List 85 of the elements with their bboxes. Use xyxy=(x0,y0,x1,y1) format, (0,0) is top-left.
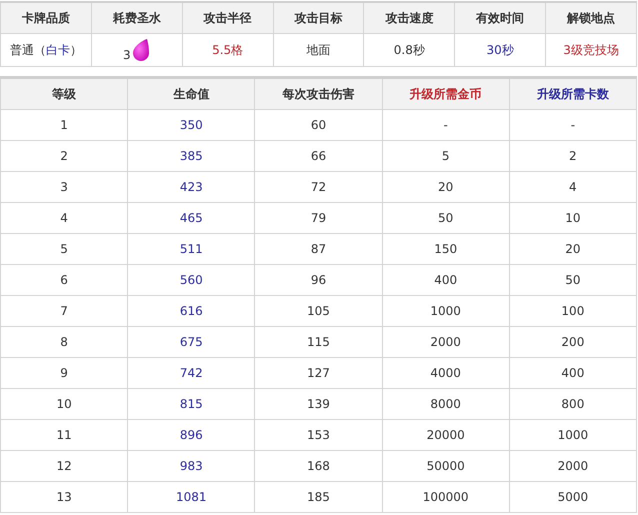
table-cell: 1000 xyxy=(382,296,510,326)
table-cell: 5.5格 xyxy=(182,34,274,66)
table-cell: 72 xyxy=(254,172,382,202)
table-cell: 423 xyxy=(128,172,255,202)
table-cell: 511 xyxy=(128,234,255,264)
table-cell: 385 xyxy=(128,140,255,172)
table-cell: 10 xyxy=(509,202,636,234)
table-cell: - xyxy=(382,110,510,140)
table-cell: 983 xyxy=(128,450,255,482)
table-cell: 100 xyxy=(509,296,636,326)
table-cell: 普通（白卡） xyxy=(0,34,92,66)
table-cell: 896 xyxy=(128,420,255,450)
table-cell: 3级竞技场 xyxy=(546,34,636,66)
table-cell: 9 xyxy=(0,358,128,388)
column-header: 攻击目标 xyxy=(273,2,364,34)
table-cell: 20 xyxy=(509,234,636,264)
table-cell: 60 xyxy=(254,110,382,140)
table-cell: 30秒 xyxy=(454,34,546,66)
table-cell: 8 xyxy=(0,326,128,358)
table-cell: 560 xyxy=(128,264,255,296)
table-cell: 115 xyxy=(254,326,382,358)
table-cell: 400 xyxy=(509,358,636,388)
table-cell: 地面 xyxy=(273,34,364,66)
table-cell: 815 xyxy=(128,388,255,420)
table-cell: 4000 xyxy=(382,358,510,388)
table-cell: 1000 xyxy=(509,420,636,450)
table-cell: 350 xyxy=(128,110,255,140)
column-header: 等级 xyxy=(0,78,128,110)
column-header: 每次攻击伤害 xyxy=(254,78,382,110)
column-header: 解锁地点 xyxy=(546,2,636,34)
table-cell: 79 xyxy=(254,202,382,234)
table-cell: 50 xyxy=(509,264,636,296)
table-cell: 20 xyxy=(382,172,510,202)
table-cell: 150 xyxy=(382,234,510,264)
table-cell: 5 xyxy=(382,140,510,172)
table-cell: 153 xyxy=(254,420,382,450)
table-cell: 13 xyxy=(0,482,128,512)
table-cell: 2 xyxy=(0,140,128,172)
table-cell: 50 xyxy=(382,202,510,234)
table-cell: 3 xyxy=(122,48,131,62)
table-cell: 4 xyxy=(0,202,128,234)
column-header: 生命值 xyxy=(128,78,255,110)
column-header: 攻击速度 xyxy=(364,2,455,34)
table-cell: 5000 xyxy=(509,482,636,512)
table-cell: 400 xyxy=(382,264,510,296)
drop-icon xyxy=(130,38,151,62)
table-cell: 800 xyxy=(509,388,636,420)
table-cell: 5 xyxy=(0,234,128,264)
table-cell: 6 xyxy=(0,264,128,296)
table-cell: 2 xyxy=(509,140,636,172)
table-cell: 12 xyxy=(0,450,128,482)
table-cell: 616 xyxy=(128,296,255,326)
table-cell: 50000 xyxy=(382,450,510,482)
table-cell: 2000 xyxy=(509,450,636,482)
table-cell: 465 xyxy=(128,202,255,234)
table-cell: 185 xyxy=(254,482,382,512)
column-header: 卡牌品质 xyxy=(0,2,92,34)
table-cell: 96 xyxy=(254,264,382,296)
table-cell: 139 xyxy=(254,388,382,420)
table-cell: 168 xyxy=(254,450,382,482)
column-header: 升级所需金币 xyxy=(382,78,510,110)
table-cell: 3 xyxy=(0,172,128,202)
table-cell: - xyxy=(509,110,636,140)
table-cell: 675 xyxy=(128,326,255,358)
table-cell: 1081 xyxy=(128,482,255,512)
table-cell: 20000 xyxy=(382,420,510,450)
table-cell: 0.8秒 xyxy=(364,34,455,66)
column-header: 攻击半径 xyxy=(182,2,274,34)
table-cell: 100000 xyxy=(382,482,510,512)
table-cell: 10 xyxy=(0,388,128,420)
table-cell: 4 xyxy=(509,172,636,202)
column-header: 有效时间 xyxy=(454,2,546,34)
table-cell: 742 xyxy=(128,358,255,388)
table-cell: 127 xyxy=(254,358,382,388)
table-cell: 105 xyxy=(254,296,382,326)
table-cell: 87 xyxy=(254,234,382,264)
table-cell: 7 xyxy=(0,296,128,326)
table-cell: 66 xyxy=(254,140,382,172)
column-header: 耗费圣水 xyxy=(91,2,182,34)
table-cell: 2000 xyxy=(382,326,510,358)
table-cell: 200 xyxy=(509,326,636,358)
table-cell: 1 xyxy=(0,110,128,140)
table-cell: 8000 xyxy=(382,388,510,420)
column-header: 升级所需卡数 xyxy=(509,78,636,110)
table-cell: 11 xyxy=(0,420,128,450)
